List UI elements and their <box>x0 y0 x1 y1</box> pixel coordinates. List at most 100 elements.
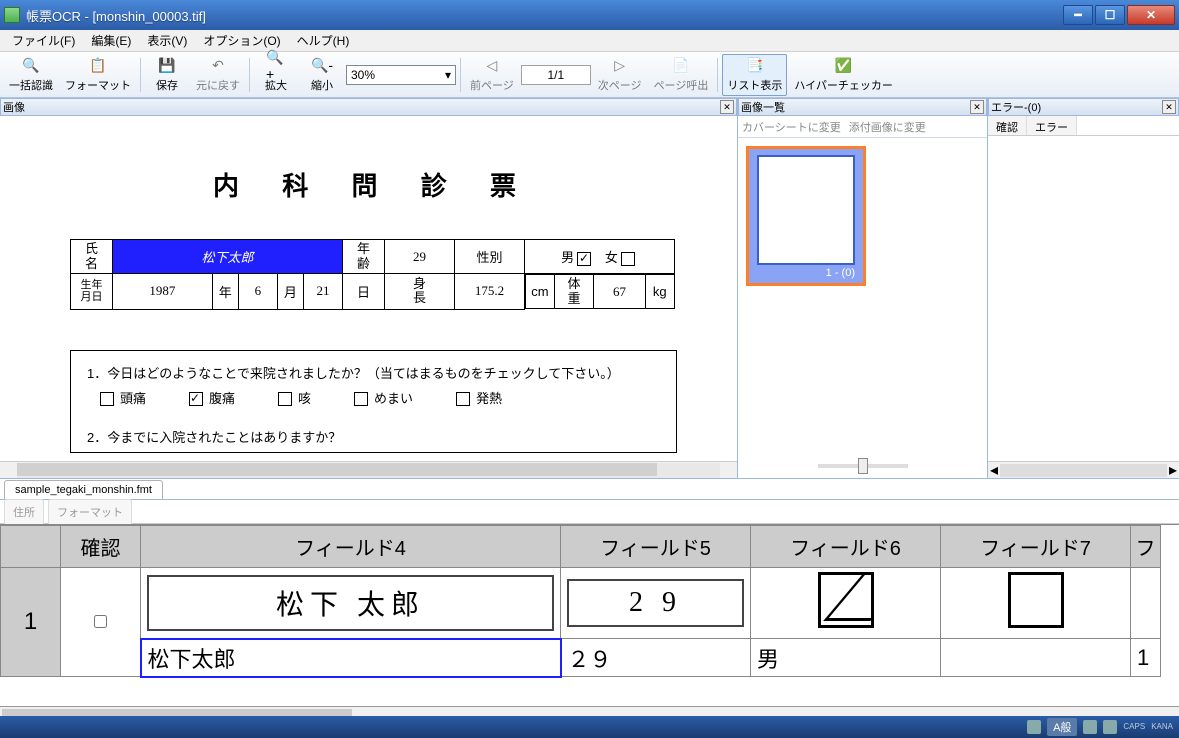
minimize-button[interactable]: ━ <box>1063 5 1093 25</box>
attach-image-button[interactable]: 添付画像に変更 <box>849 119 926 135</box>
address-tab[interactable]: 住所 <box>4 499 44 524</box>
stomachache-checkbox[interactable] <box>189 392 203 406</box>
recognize-button[interactable]: 🔍一括認識 <box>4 54 58 96</box>
status-bar: A般 CAPS KANA <box>0 716 1179 738</box>
error-pane: エラー-(0) ✕ 確認 エラー ◂▸ <box>988 98 1179 478</box>
birth-month: 6 <box>238 274 277 310</box>
dizzy-checkbox[interactable] <box>354 392 368 406</box>
col-confirm[interactable]: 確認 <box>61 526 141 568</box>
cm-unit: cm <box>526 275 555 309</box>
file-tab[interactable]: sample_tegaki_monshin.fmt <box>4 480 163 499</box>
window-buttons: ━ ☐ ✕ <box>1063 5 1175 25</box>
undo-icon: ↶ <box>208 57 228 75</box>
col-field6[interactable]: フィールド6 <box>751 526 941 568</box>
female-label: 女 <box>605 250 618 265</box>
field5-value[interactable]: ２９ <box>561 639 751 677</box>
cover-sheet-button[interactable]: カバーシートに変更 <box>742 119 841 135</box>
hyper-checker-button[interactable]: ✅ ハイパーチェッカー <box>789 54 898 96</box>
close-button[interactable]: ✕ <box>1127 5 1175 25</box>
patient-table: 氏 名 松下太郎 年 齢 29 性別 男 女 生年 月日 1987 年 <box>70 239 675 310</box>
error-col-confirm[interactable]: 確認 <box>988 116 1027 135</box>
menu-option[interactable]: オプション(O) <box>195 30 288 51</box>
format-tab[interactable]: フォーマット <box>48 499 132 524</box>
listview-icon: 📑 <box>745 57 765 75</box>
grid-image-row: 1 松下 太郎 2 9 <box>1 568 1161 639</box>
status-icon <box>1083 720 1097 734</box>
birth-day: 21 <box>303 274 342 310</box>
col-field5[interactable]: フィールド5 <box>561 526 751 568</box>
year-unit: 年 <box>212 274 238 310</box>
kg-unit: kg <box>645 275 674 309</box>
image-h-scrollbar[interactable] <box>0 461 737 478</box>
error-list <box>988 136 1179 461</box>
col-field8[interactable]: フ <box>1131 526 1161 568</box>
scanned-document: 内 科 問 診 票 氏 名 松下太郎 年 齢 29 性別 男 女 <box>0 116 737 453</box>
cough-checkbox[interactable] <box>278 392 292 406</box>
page-indicator[interactable]: 1/1 <box>521 65 591 85</box>
undo-button[interactable]: ↶元に戻す <box>191 54 245 96</box>
q1-answers: 頭痛 腹痛 咳 めまい 発熱 <box>87 382 660 413</box>
weight-label: 体 重 <box>554 275 593 309</box>
field7-checkbox-image <box>1008 572 1064 628</box>
headache-checkbox[interactable] <box>100 392 114 406</box>
field7-value[interactable] <box>941 639 1131 677</box>
field4-value[interactable]: 松下太郎 <box>141 639 561 677</box>
confirm-cell[interactable] <box>61 568 141 677</box>
recognize-label: 一括認識 <box>9 77 53 93</box>
next-page-button[interactable]: ▷次ページ <box>593 54 647 96</box>
image-viewport[interactable]: 内 科 問 診 票 氏 名 松下太郎 年 齢 29 性別 男 女 <box>0 116 737 461</box>
image-pane: 画像 ✕ 内 科 問 診 票 氏 名 松下太郎 年 齢 29 性別 男 女 <box>0 98 738 478</box>
next-label: 次ページ <box>598 77 642 93</box>
format-button[interactable]: 📋フォーマット <box>60 54 136 96</box>
name-field[interactable]: 松下太郎 <box>113 240 343 274</box>
format-label: フォーマット <box>65 77 131 93</box>
thumbnail-preview <box>757 155 855 265</box>
male-checkbox[interactable] <box>577 252 591 266</box>
menu-edit[interactable]: 編集(E) <box>83 30 139 51</box>
hyper-label: ハイパーチェッカー <box>794 77 893 93</box>
menu-file[interactable]: ファイル(F) <box>4 30 83 51</box>
zoomin-button[interactable]: 🔍+拡大 <box>254 54 298 96</box>
save-icon: 💾 <box>157 57 177 75</box>
thumbnail-sub-toolbar: カバーシートに変更 添付画像に変更 <box>738 116 987 138</box>
title-bar: 帳票OCR - [monshin_00003.tif] ━ ☐ ✕ <box>0 0 1179 30</box>
row-number[interactable]: 1 <box>1 568 61 677</box>
female-checkbox[interactable] <box>621 252 635 266</box>
male-label: 男 <box>561 250 574 265</box>
close-icon[interactable]: ✕ <box>1162 100 1176 114</box>
fever-checkbox[interactable] <box>456 392 470 406</box>
toolbar-separator <box>717 58 718 92</box>
app-icon <box>4 7 20 23</box>
menu-help[interactable]: ヘルプ(H) <box>289 30 358 51</box>
save-button[interactable]: 💾保存 <box>145 54 189 96</box>
close-icon[interactable]: ✕ <box>970 100 984 114</box>
list-view-button[interactable]: 📑リスト表示 <box>722 54 787 96</box>
menu-view[interactable]: 表示(V) <box>139 30 195 51</box>
hyper-icon: ✅ <box>834 57 854 75</box>
status-icon <box>1103 720 1117 734</box>
col-field4[interactable]: フィールド4 <box>141 526 561 568</box>
field6-value[interactable]: 男 <box>751 639 941 677</box>
zoom-select[interactable]: 30%▾ <box>346 65 456 85</box>
prev-page-button[interactable]: ◁前ページ <box>465 54 519 96</box>
zoomout-button[interactable]: 🔍-縮小 <box>300 54 344 96</box>
field8-value[interactable]: 1 <box>1131 639 1161 677</box>
window-title: 帳票OCR - [monshin_00003.tif] <box>26 6 1063 25</box>
error-h-scrollbar[interactable]: ◂▸ <box>988 461 1179 478</box>
toolbar-separator <box>140 58 141 92</box>
error-col-error[interactable]: エラー <box>1027 116 1077 135</box>
menu-bar: ファイル(F) 編集(E) 表示(V) オプション(O) ヘルプ(H) <box>0 30 1179 52</box>
col-field7[interactable]: フィールド7 <box>941 526 1131 568</box>
error-pane-title: エラー-(0) <box>991 99 1041 115</box>
status-icon <box>1027 720 1041 734</box>
field6-checkbox-image <box>818 572 874 628</box>
page-call-button[interactable]: 📄ページ呼出 <box>649 54 714 96</box>
confirm-checkbox[interactable] <box>94 615 107 628</box>
thumbnail-pane-header: 画像一覧 ✕ <box>738 98 987 116</box>
thumbnail-item[interactable]: 1 - (0) <box>746 146 866 286</box>
close-icon[interactable]: ✕ <box>720 100 734 114</box>
maximize-button[interactable]: ☐ <box>1095 5 1125 25</box>
birth-label: 生年 月日 <box>71 274 113 310</box>
thumbnail-zoom-slider[interactable] <box>738 454 987 478</box>
ime-indicator[interactable]: A般 <box>1047 718 1077 736</box>
